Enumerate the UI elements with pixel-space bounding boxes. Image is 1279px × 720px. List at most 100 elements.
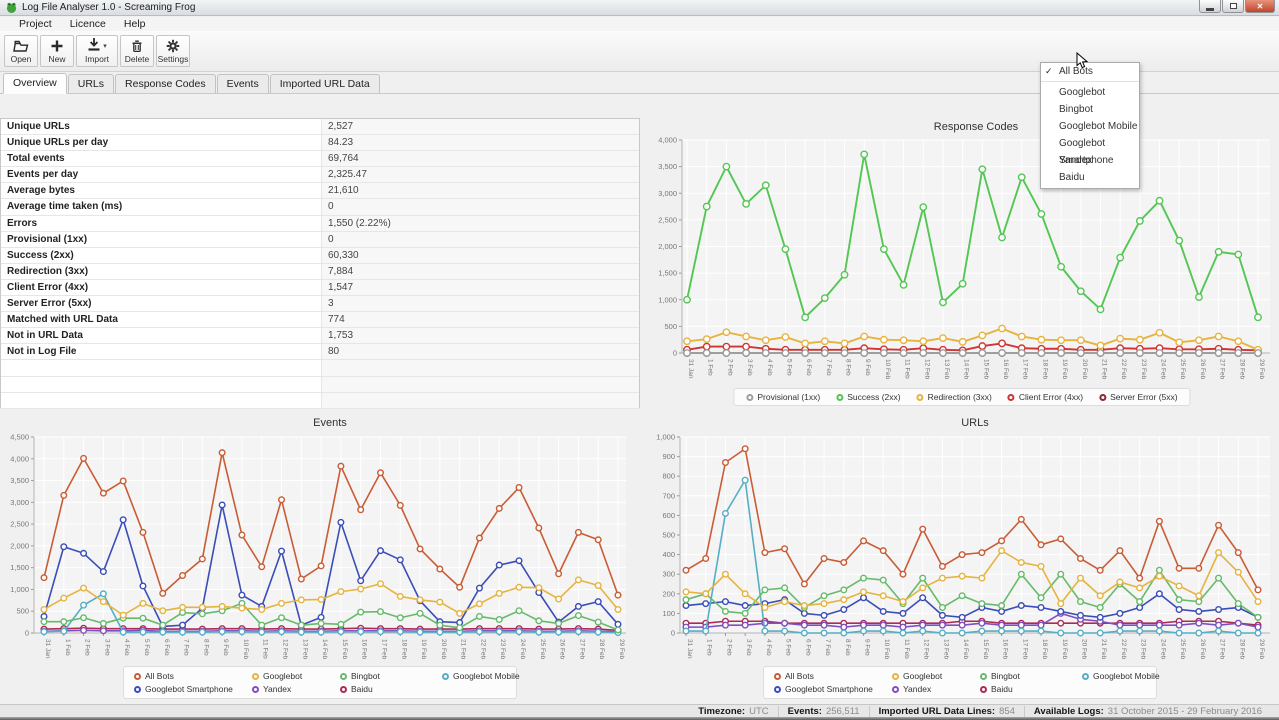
table-row[interactable]: Errors1,550 (2.22%) <box>1 216 639 232</box>
row-value: 80 <box>321 344 639 359</box>
svg-text:19 Feb: 19 Feb <box>420 639 427 660</box>
row-label: Not in Log File <box>1 344 321 359</box>
svg-text:13 Feb: 13 Feb <box>943 359 950 380</box>
delete-button[interactable]: Delete <box>120 35 154 67</box>
legend-item-all-bots[interactable]: All Bots <box>774 671 892 681</box>
legend-item-googlebot[interactable]: Googlebot <box>252 671 340 681</box>
statusbar: Timezone:UTCEvents:256,511Imported URL D… <box>0 704 1279 717</box>
svg-text:20 Feb: 20 Feb <box>1080 639 1087 660</box>
legend-item-googlebot-smartphone[interactable]: Googlebot Smartphone <box>774 684 892 694</box>
table-row[interactable]: Not in URL Data1,753 <box>1 328 639 344</box>
legend-marker-icon <box>134 686 141 693</box>
legend-item-baidu[interactable]: Baidu <box>980 684 1082 694</box>
svg-text:400: 400 <box>662 550 675 559</box>
legend-item-googlebot-smartphone[interactable]: Googlebot Smartphone <box>134 684 252 694</box>
table-row[interactable] <box>1 377 639 393</box>
open-button[interactable]: Open <box>4 35 38 67</box>
legend-item-googlebot[interactable]: Googlebot <box>892 671 980 681</box>
bot-filter-menu: ✓All Bots GooglebotBingbotGooglebot Mobil… <box>1040 62 1140 189</box>
legend-marker-icon <box>980 686 987 693</box>
legend-marker-icon <box>836 394 843 401</box>
tab-imported-url-data[interactable]: Imported URL Data <box>270 74 380 93</box>
svg-text:23 Feb: 23 Feb <box>499 639 506 660</box>
svg-text:9 Feb: 9 Feb <box>864 359 871 376</box>
import-caret-icon[interactable]: ▾ <box>103 42 107 50</box>
legend-item-bingbot[interactable]: Bingbot <box>340 671 442 681</box>
legend-item-yandex[interactable]: Yandex <box>892 684 980 694</box>
minimize-button[interactable] <box>1199 0 1221 13</box>
legend-item-googlebot-mobile[interactable]: Googlebot Mobile <box>1082 671 1168 681</box>
restore-button[interactable] <box>1222 0 1244 13</box>
table-row[interactable]: Redirection (3xx)7,884 <box>1 264 639 280</box>
row-value: 2,527 <box>321 119 639 134</box>
table-row[interactable]: Matched with URL Data774 <box>1 312 639 328</box>
new-button[interactable]: New <box>40 35 74 67</box>
svg-text:1,000: 1,000 <box>10 585 29 594</box>
table-row[interactable]: Total events69,764 <box>1 151 639 167</box>
svg-text:10 Feb: 10 Feb <box>883 639 890 660</box>
svg-text:11 Feb: 11 Feb <box>262 639 269 659</box>
table-row[interactable]: Events per day2,325.47 <box>1 167 639 183</box>
table-row[interactable]: Success (2xx)60,330 <box>1 248 639 264</box>
import-button[interactable]: ▾ Import <box>76 35 118 67</box>
row-value: 0 <box>321 199 639 214</box>
table-row[interactable]: Provisional (1xx)0 <box>1 232 639 248</box>
legend-item-client-error-4xx[interactable]: Client Error (4xx) <box>1008 392 1083 402</box>
legend-item-yandex[interactable]: Yandex <box>252 684 340 694</box>
tab-overview[interactable]: Overview <box>3 73 67 94</box>
legend-item-googlebot-mobile[interactable]: Googlebot Mobile <box>442 671 528 681</box>
dropdown-item-googlebot-smartphone[interactable]: Googlebot Smartphone <box>1041 135 1139 152</box>
table-row[interactable]: Unique URLs2,527 <box>1 119 639 135</box>
legend-label: Bingbot <box>991 671 1020 681</box>
legend-item-success-2xx[interactable]: Success (2xx) <box>836 392 900 402</box>
table-row[interactable]: Not in Log File80 <box>1 344 639 360</box>
dropdown-item-yandex[interactable]: Yandex <box>1041 152 1139 169</box>
legend-item-provisional-1xx[interactable]: Provisional (1xx) <box>746 392 820 402</box>
svg-text:0: 0 <box>673 349 677 358</box>
table-row[interactable] <box>1 393 639 409</box>
svg-text:4,000: 4,000 <box>658 136 677 145</box>
gear-icon <box>166 39 180 54</box>
table-row[interactable]: Average time taken (ms)0 <box>1 199 639 215</box>
dropdown-item-googlebot[interactable]: Googlebot <box>1041 84 1139 101</box>
dropdown-item-bingbot[interactable]: Bingbot <box>1041 101 1139 118</box>
table-row[interactable]: Server Error (5xx)3 <box>1 296 639 312</box>
svg-text:3,500: 3,500 <box>10 476 29 485</box>
legend-item-baidu[interactable]: Baidu <box>340 684 442 694</box>
row-value: 21,610 <box>321 183 639 198</box>
table-row[interactable]: Average bytes21,610 <box>1 183 639 199</box>
tab-urls[interactable]: URLs <box>68 74 114 93</box>
close-button[interactable]: ✕ <box>1245 0 1275 13</box>
dropdown-item-baidu[interactable]: Baidu <box>1041 169 1139 186</box>
legend-marker-icon <box>442 673 449 680</box>
svg-text:1,000: 1,000 <box>658 295 677 304</box>
legend-item-server-error-5xx[interactable]: Server Error (5xx) <box>1099 392 1178 402</box>
svg-text:0: 0 <box>671 629 675 638</box>
dropdown-item-all-bots[interactable]: ✓All Bots <box>1041 63 1139 80</box>
legend-marker-icon <box>1082 673 1089 680</box>
dropdown-item-googlebot-mobile[interactable]: Googlebot Mobile <box>1041 118 1139 135</box>
menu-licence[interactable]: Licence <box>61 18 115 30</box>
menu-help[interactable]: Help <box>115 18 155 30</box>
svg-text:9 Feb: 9 Feb <box>222 639 229 656</box>
svg-text:21 Feb: 21 Feb <box>460 639 467 660</box>
svg-text:16 Feb: 16 Feb <box>1002 359 1009 380</box>
svg-text:6 Feb: 6 Feb <box>805 359 812 376</box>
legend-item-bingbot[interactable]: Bingbot <box>980 671 1082 681</box>
tab-response-codes[interactable]: Response Codes <box>115 74 216 93</box>
settings-button[interactable]: Settings <box>156 35 190 67</box>
tab-events[interactable]: Events <box>217 74 269 93</box>
legend-marker-icon <box>917 394 924 401</box>
table-row[interactable]: Client Error (4xx)1,547 <box>1 280 639 296</box>
legend-label: Googlebot <box>903 671 942 681</box>
svg-text:29 Feb: 29 Feb <box>1258 639 1265 660</box>
table-row[interactable]: Unique URLs per day84.23 <box>1 135 639 151</box>
svg-text:2 Feb: 2 Feb <box>84 639 91 656</box>
menu-project[interactable]: Project <box>10 18 61 30</box>
row-value: 7,884 <box>321 264 639 279</box>
table-row[interactable] <box>1 360 639 376</box>
legend-item-all-bots[interactable]: All Bots <box>134 671 252 681</box>
legend-item-redirection-3xx[interactable]: Redirection (3xx) <box>917 392 992 402</box>
row-label: Errors <box>1 216 321 231</box>
legend-label: Googlebot Smartphone <box>785 684 873 694</box>
